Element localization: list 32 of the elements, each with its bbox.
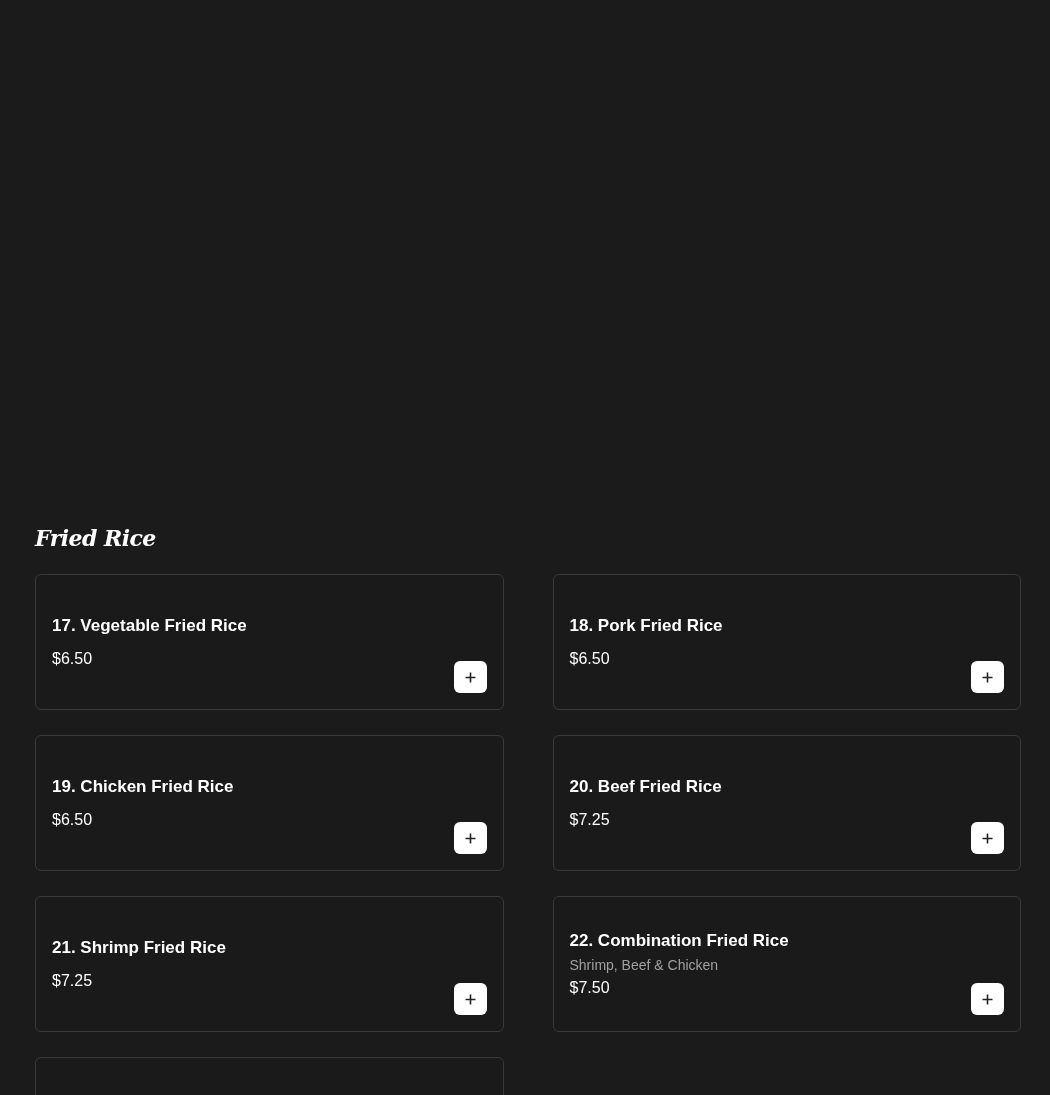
menu-item-card[interactable]: 21. Shrimp Fried Rice $7.25 [35,896,504,1032]
plus-icon [982,671,993,683]
item-description: Shrimp, Beef & Chicken [569,955,719,975]
item-name: 20. Beef Fried Rice [569,775,722,798]
plus-icon [464,671,476,683]
plus-icon [464,993,476,1005]
item-name: 17. Vegetable Fried Rice [52,614,247,637]
item-price: $6.50 [52,648,93,669]
plus-icon [982,993,993,1005]
add-button[interactable] [971,822,1004,854]
item-name: 22. Combination Fried Rice [569,929,789,952]
menu-item-card[interactable]: 20. Beef Fried Rice $7.25 [552,735,1021,871]
add-button[interactable] [453,661,487,693]
add-button[interactable] [971,661,1004,693]
plus-icon [464,832,476,844]
item-name: 18. Pork Fried Rice [569,614,723,637]
item-price: $7.50 [569,977,610,998]
item-price: $6.50 [52,809,93,830]
add-button[interactable] [453,983,487,1015]
item-price: $7.25 [569,809,610,830]
menu-item-card[interactable]: 17. Vegetable Fried Rice $6.50 [35,574,504,710]
item-name: 21. Shrimp Fried Rice [52,936,226,959]
item-name: 19. Chicken Fried Rice [52,775,234,798]
item-price: $7.25 [52,970,93,991]
menu-item-card[interactable]: 19. Chicken Fried Rice $6.50 [35,735,504,871]
add-button[interactable] [971,983,1004,1015]
plus-icon [982,832,993,844]
add-button[interactable] [453,822,487,854]
section-title: Fried Rice [35,524,156,553]
item-price: $6.50 [569,648,610,669]
menu-item-card[interactable]: 18. Pork Fried Rice $6.50 [552,574,1021,710]
menu-item-card[interactable]: 22. Combination Fried Rice Shrimp, Beef & Chicken $7.50 [552,896,1021,1032]
